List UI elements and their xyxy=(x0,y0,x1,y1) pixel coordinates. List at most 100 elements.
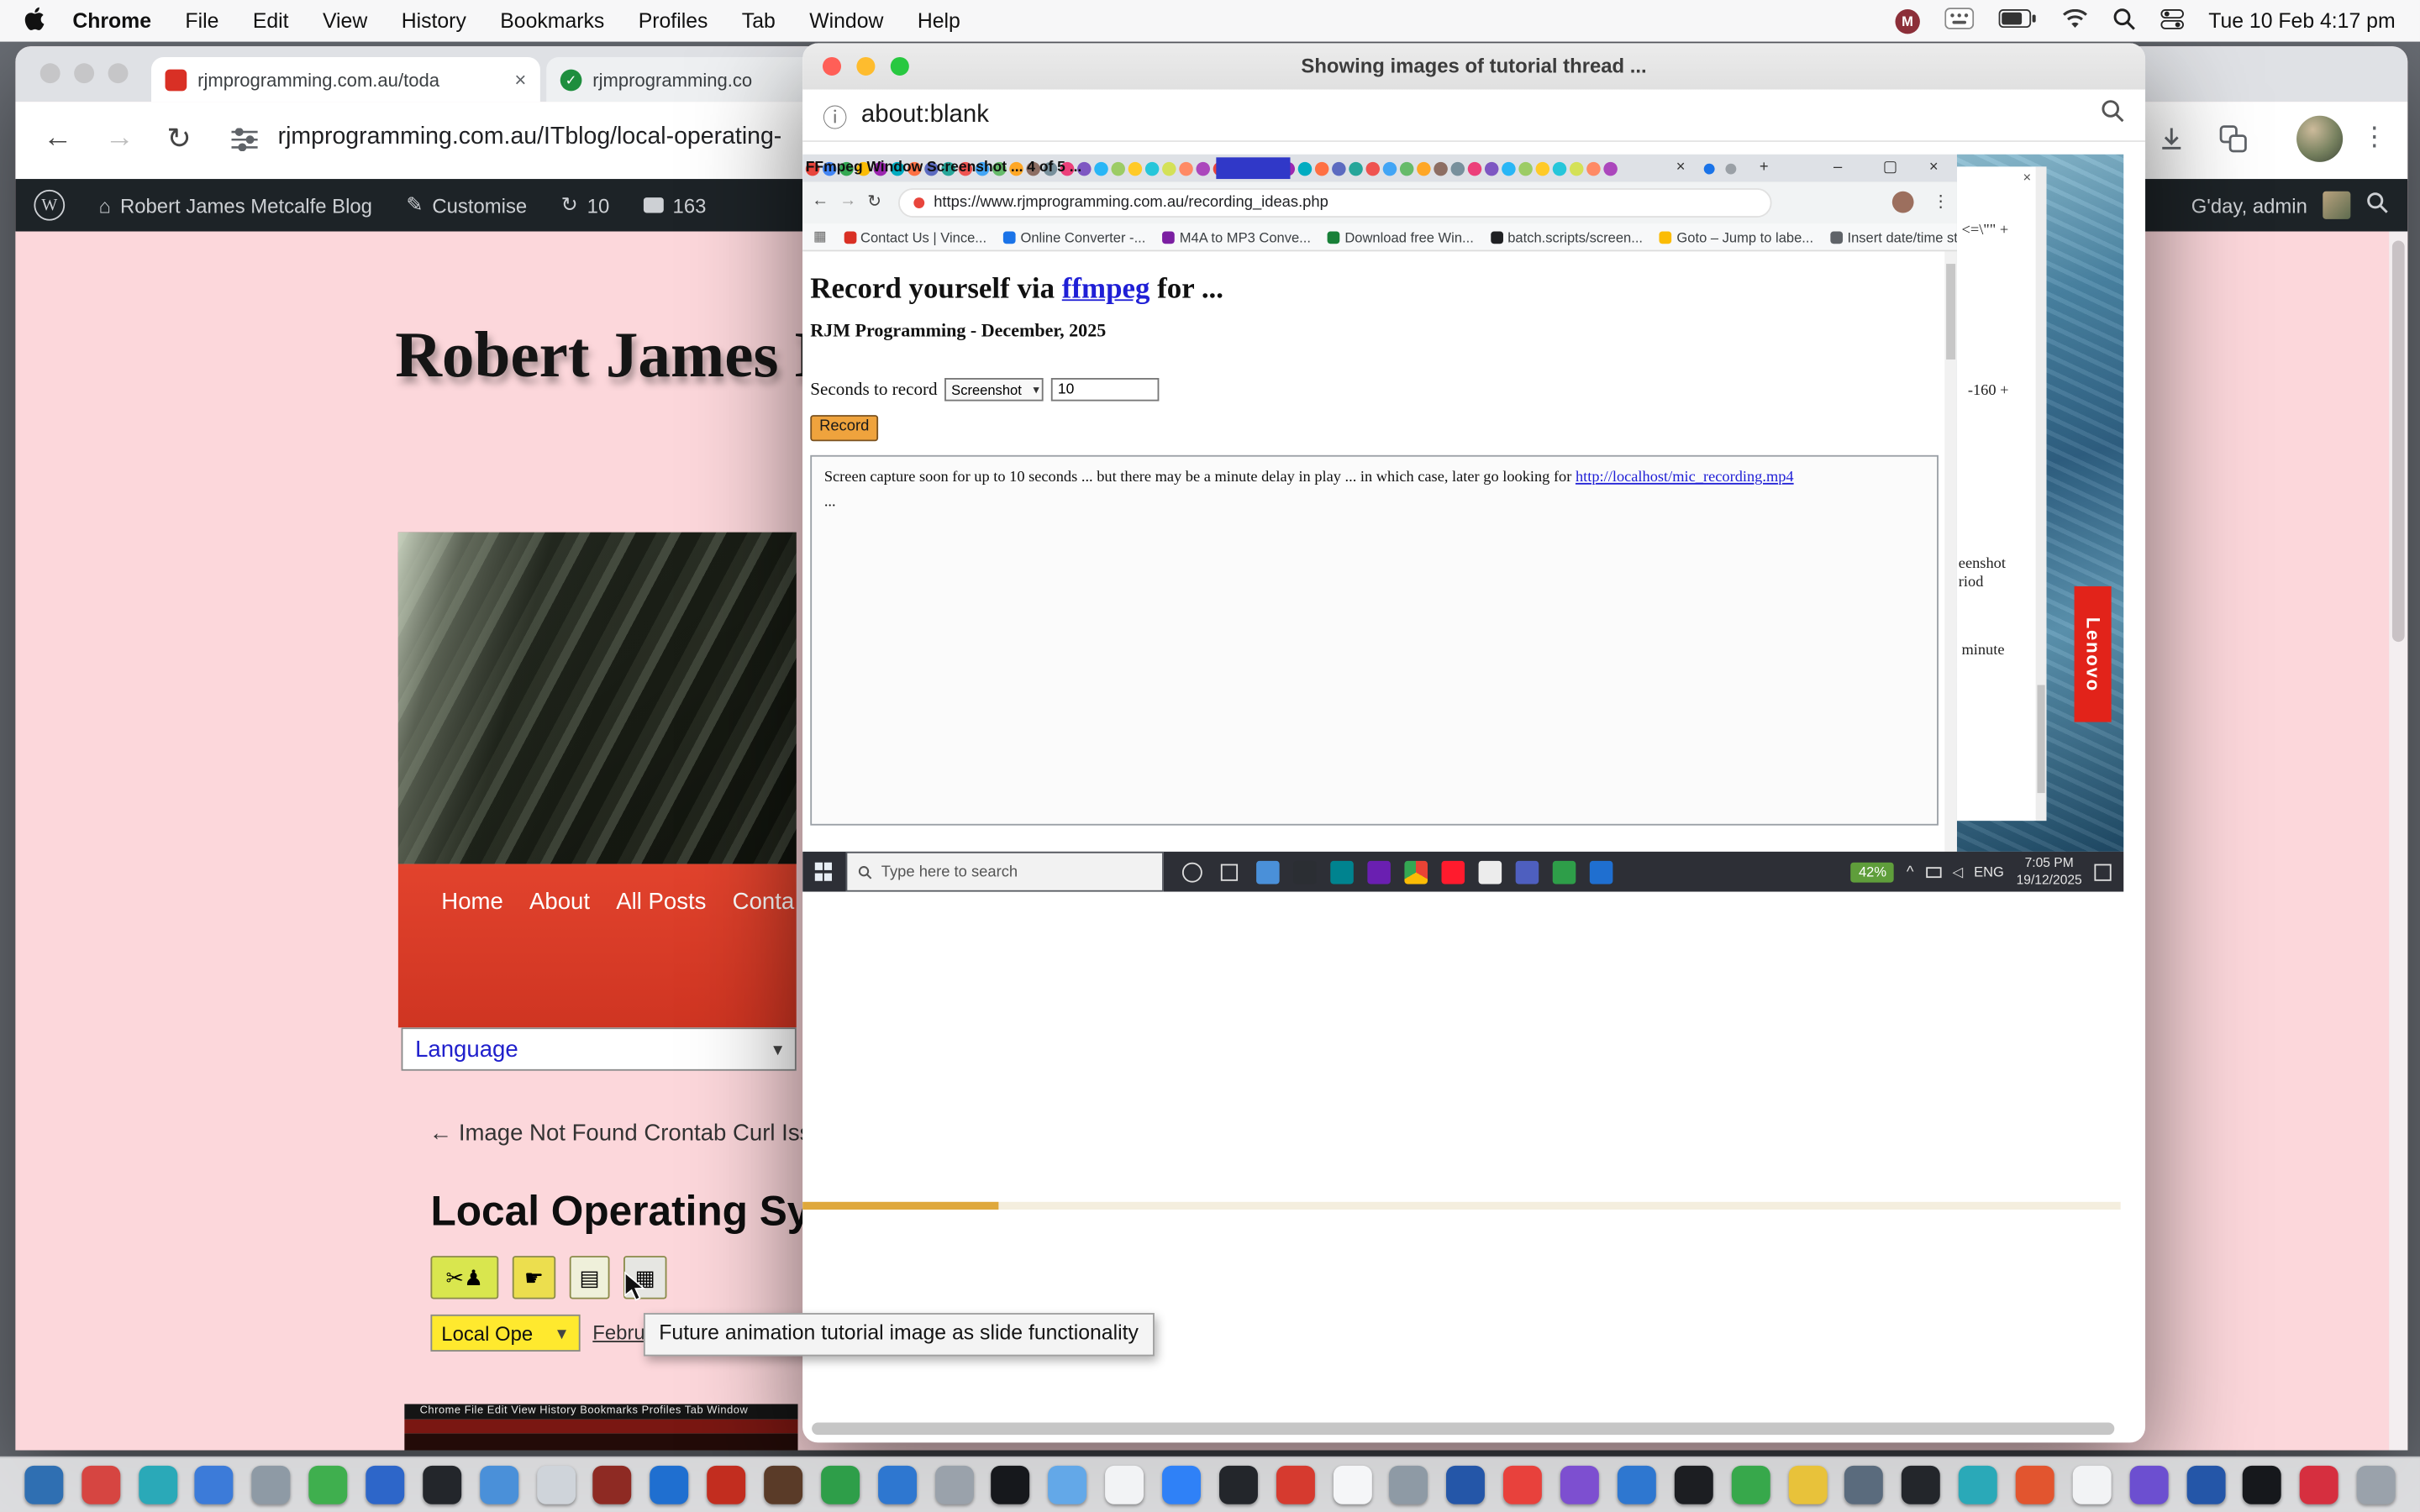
battery-icon[interactable] xyxy=(1998,9,2037,33)
tutorial-tile-icon[interactable]: ☛ xyxy=(513,1256,555,1299)
dock-icon[interactable] xyxy=(2300,1466,2338,1504)
scrollbar-thumb[interactable] xyxy=(812,1422,2114,1435)
dock-icon[interactable] xyxy=(708,1466,746,1504)
dock-icon[interactable] xyxy=(2016,1466,2054,1504)
download-icon[interactable] xyxy=(2158,125,2186,160)
dock-icon[interactable] xyxy=(878,1466,917,1504)
nav-link-home[interactable]: Home xyxy=(441,889,502,915)
dock-icon[interactable] xyxy=(252,1466,291,1504)
horizontal-scrollbar[interactable] xyxy=(808,1422,2120,1435)
month-archive-link[interactable]: Febru xyxy=(592,1320,644,1344)
dock-icon[interactable] xyxy=(1959,1466,1997,1504)
nav-link-all-posts[interactable]: All Posts xyxy=(616,889,706,915)
admin-search-icon[interactable] xyxy=(2366,192,2390,219)
admin-avatar[interactable] xyxy=(2323,192,2350,219)
address-text[interactable]: about:blank xyxy=(861,101,2086,129)
dock-icon[interactable] xyxy=(992,1466,1030,1504)
dock-icon[interactable] xyxy=(195,1466,234,1504)
dock-icon[interactable] xyxy=(1105,1466,1144,1504)
close-tab-icon[interactable]: × xyxy=(514,68,526,92)
dock-icon[interactable] xyxy=(821,1466,860,1504)
dock-icon[interactable] xyxy=(1902,1466,1940,1504)
menubar-item-help[interactable]: Help xyxy=(918,9,960,33)
zoom-window-button[interactable] xyxy=(108,63,129,83)
apple-menu-icon[interactable] xyxy=(24,6,45,35)
menubar-item-file[interactable]: File xyxy=(185,9,218,33)
control-center-icon[interactable] xyxy=(2160,8,2184,33)
dock-icon[interactable] xyxy=(1390,1466,1428,1504)
page-scrollbar[interactable] xyxy=(2389,232,2407,1451)
dock-icon[interactable] xyxy=(1049,1466,1087,1504)
dock-icon[interactable] xyxy=(2072,1466,2111,1504)
tutorial-screenshot-image[interactable]: FFmpeg Window Screenshot ... 4 of 5 ... … xyxy=(802,155,2123,892)
close-window-button[interactable] xyxy=(40,63,60,83)
dock-icon[interactable] xyxy=(650,1466,689,1504)
address-bar[interactable]: rjmprogramming.com.au/ITblog/local-opera… xyxy=(278,123,782,151)
dock-icon[interactable] xyxy=(366,1466,404,1504)
minimize-window-button[interactable] xyxy=(74,63,94,83)
comments-link[interactable]: 163 xyxy=(644,194,707,218)
dock-icon[interactable] xyxy=(1674,1466,1712,1504)
dock-icon[interactable] xyxy=(480,1466,518,1504)
menubar-item-chrome[interactable]: Chrome xyxy=(72,9,151,33)
dock-icon[interactable] xyxy=(82,1466,120,1504)
dock-icon[interactable] xyxy=(764,1466,802,1504)
dock-icon[interactable] xyxy=(1618,1466,1656,1504)
dock-icon[interactable] xyxy=(2129,1466,2168,1504)
previous-post-link[interactable]: ← Image Not Found Crontab Curl Issue xyxy=(429,1120,837,1146)
tab-groups-icon[interactable] xyxy=(2219,125,2247,160)
dock-icon[interactable] xyxy=(1845,1466,1884,1504)
greeting-link[interactable]: G'day, admin xyxy=(2191,194,2307,218)
dock-icon[interactable] xyxy=(1503,1466,1542,1504)
site-name-link[interactable]: ⌂ Robert James Metcalfe Blog xyxy=(99,194,372,218)
wifi-icon[interactable] xyxy=(2062,8,2088,33)
forward-icon[interactable]: → xyxy=(105,122,134,155)
dock-icon[interactable] xyxy=(309,1466,348,1504)
dock-icon[interactable] xyxy=(1276,1466,1315,1504)
dock-icon[interactable] xyxy=(423,1466,461,1504)
language-select[interactable]: Language ▾ xyxy=(402,1027,797,1070)
site-settings-icon[interactable] xyxy=(232,128,258,159)
scrollbar-thumb[interactable] xyxy=(2392,241,2405,643)
spotlight-search-icon[interactable] xyxy=(2112,7,2136,34)
page-info-icon[interactable]: ⓘ xyxy=(823,97,847,134)
browser-menu-icon[interactable]: ⋮ xyxy=(2361,122,2387,153)
search-icon[interactable] xyxy=(2101,99,2125,132)
dock-icon[interactable] xyxy=(24,1466,63,1504)
back-icon[interactable]: ← xyxy=(43,122,72,155)
tutorial-tile-icon[interactable]: ✂♟ xyxy=(430,1256,498,1299)
wordpress-logo-icon[interactable]: W xyxy=(34,190,65,221)
dock-icon[interactable] xyxy=(1219,1466,1258,1504)
dock-icon[interactable] xyxy=(536,1466,575,1504)
customise-link[interactable]: ✎ Customise xyxy=(406,193,527,218)
dock-icon[interactable] xyxy=(2186,1466,2225,1504)
tutorial-tile-icon[interactable]: ▤ xyxy=(570,1256,610,1299)
dock-icon[interactable] xyxy=(1788,1466,1827,1504)
dock-icon[interactable] xyxy=(593,1466,632,1504)
menubar-item-tab[interactable]: Tab xyxy=(742,9,776,33)
menubar-item-bookmarks[interactable]: Bookmarks xyxy=(500,9,604,33)
profile-avatar[interactable] xyxy=(2296,116,2343,162)
nav-link-conta[interactable]: Conta xyxy=(733,889,795,915)
reload-icon[interactable]: ↻ xyxy=(166,122,191,157)
dock-icon[interactable] xyxy=(1333,1466,1371,1504)
dock-icon[interactable] xyxy=(1560,1466,1599,1504)
menubar-item-edit[interactable]: Edit xyxy=(253,9,289,33)
menubar-item-window[interactable]: Window xyxy=(809,9,883,33)
m-status-icon[interactable]: M xyxy=(1895,8,1919,33)
dock-icon[interactable] xyxy=(1162,1466,1201,1504)
dock-icon[interactable] xyxy=(934,1466,973,1504)
updates-link[interactable]: ↻ 10 xyxy=(561,193,610,218)
dock-icon[interactable] xyxy=(2357,1466,2396,1504)
menubar-clock[interactable]: Tue 10 Feb 4:17 pm xyxy=(2208,9,2395,33)
period-select[interactable]: Local Ope ▾ xyxy=(430,1315,580,1352)
dock-icon[interactable] xyxy=(139,1466,177,1504)
dock-icon[interactable] xyxy=(1447,1466,1486,1504)
input-source-icon[interactable] xyxy=(1944,8,1974,34)
menubar-item-history[interactable]: History xyxy=(402,9,466,33)
dock-icon[interactable] xyxy=(1731,1466,1770,1504)
dock-icon[interactable] xyxy=(2243,1466,2281,1504)
menubar-item-view[interactable]: View xyxy=(323,9,367,33)
browser-tab-1[interactable]: rjmprogramming.com.au/toda × xyxy=(151,57,540,102)
nav-link-about[interactable]: About xyxy=(529,889,590,915)
